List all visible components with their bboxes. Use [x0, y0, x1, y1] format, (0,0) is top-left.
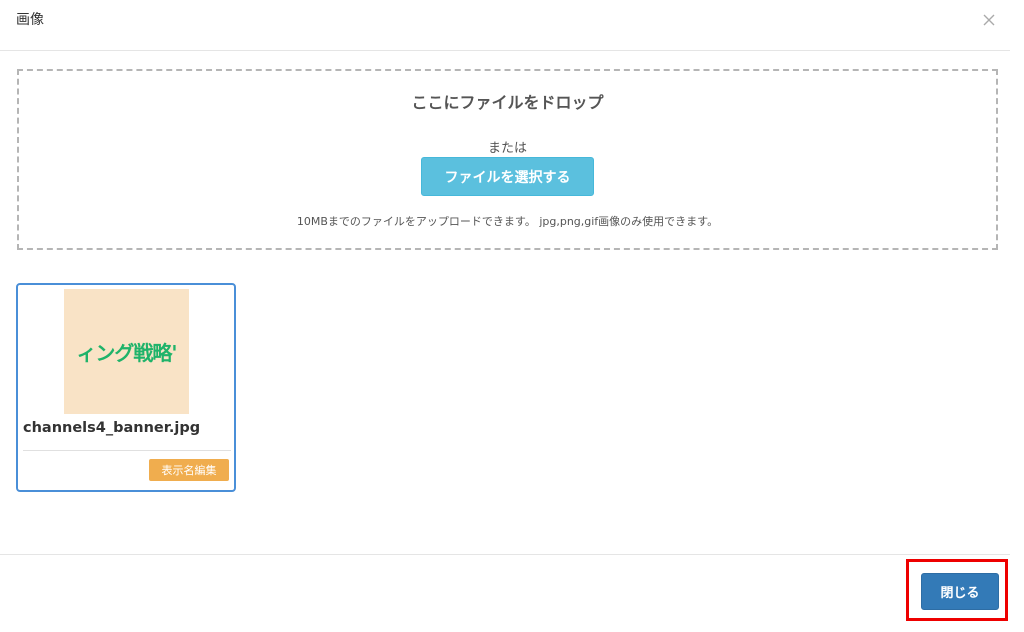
thumbnail-image-text: ィング戦略' [76, 341, 177, 365]
drop-zone-or-text: または [487, 141, 527, 156]
dialog-footer-divider [0, 554, 1010, 555]
select-file-button[interactable]: ファイルを選択する [421, 157, 594, 196]
dialog-title: 画像 [16, 12, 44, 28]
file-name: channels4_banner.jpg [23, 420, 201, 436]
card-divider [23, 450, 231, 451]
upload-hint: 10MBまでのファイルをアップロードできます。 jpg,png,gif画像のみ使… [296, 215, 719, 228]
close-button[interactable] [978, 9, 1000, 31]
dialog-header: 画像 [0, 0, 1010, 51]
drop-zone-title: ここにファイルをドロップ [411, 93, 604, 112]
image-dialog: 画像 ここにファイルをドロップ または ファイルを選択する 10MBまでのファイ… [0, 0, 1024, 632]
close-dialog-button[interactable]: 閉じる [921, 573, 999, 610]
file-card[interactable]: ィング戦略' channels4_banner.jpg 表示名編集 [16, 283, 236, 492]
close-icon [983, 11, 995, 30]
file-thumbnail[interactable]: ィング戦略' [64, 289, 189, 414]
edit-display-name-button[interactable]: 表示名編集 [149, 459, 229, 481]
file-drop-zone[interactable]: ここにファイルをドロップ または ファイルを選択する 10MBまでのファイルをア… [17, 69, 998, 250]
